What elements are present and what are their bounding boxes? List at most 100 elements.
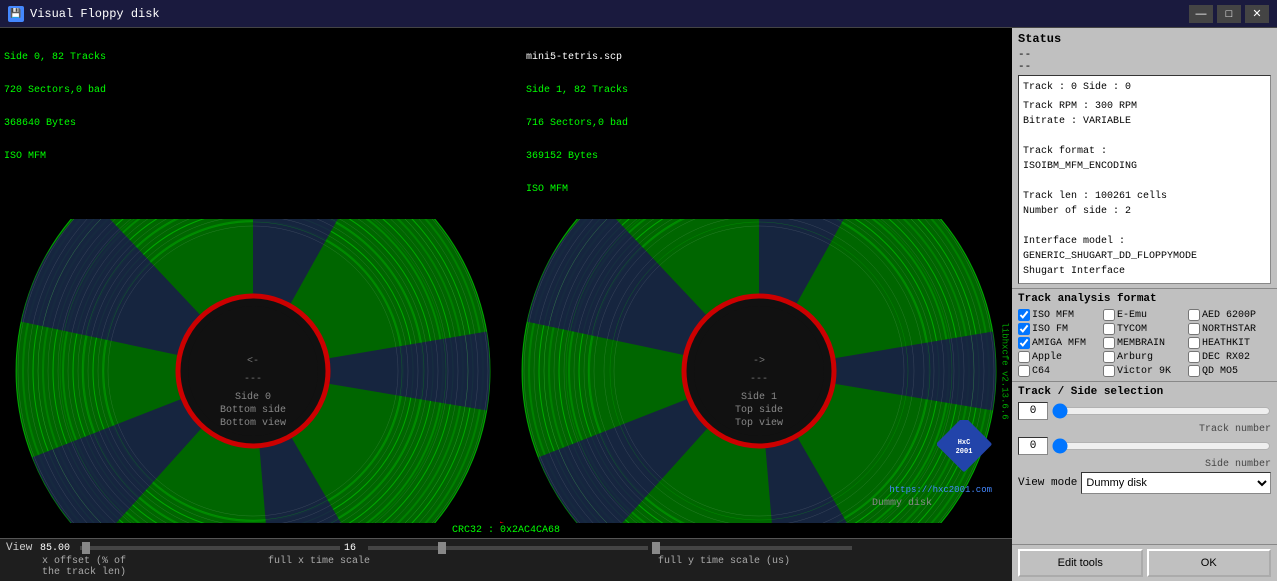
y-scale-slider[interactable]	[652, 546, 852, 550]
checkbox-label-membrain: MEMBRAIN	[1117, 338, 1165, 349]
x-offset-thumb[interactable]	[82, 542, 90, 554]
track-analysis-section: Track analysis format ISO MFME-Emu AED 62…	[1012, 289, 1277, 382]
checkbox-item-amiga-mfm[interactable]: AMIGA MFM	[1018, 337, 1101, 349]
checkbox-iso-mfm[interactable]	[1018, 309, 1030, 321]
checkbox-heathkit[interactable]	[1188, 337, 1200, 349]
checkbox-tycom[interactable]	[1103, 323, 1115, 335]
checkbox-c64[interactable]	[1018, 365, 1030, 377]
checkbox-iso-fm[interactable]	[1018, 323, 1030, 335]
right-header-line4: ISO MFM	[526, 184, 1008, 195]
x-offset-label: x offset (% of the track len)	[42, 556, 142, 578]
left-header-line2: 720 Sectors,0 bad	[4, 85, 506, 96]
x-scale-thumb[interactable]	[438, 542, 446, 554]
checkbox-item-qd-mo5[interactable]: QD MO5	[1188, 365, 1271, 377]
view-mode-select[interactable]: Dummy diskTrack viewSector view	[1081, 472, 1271, 494]
checkbox-item-e-emu[interactable]: E-Emu	[1103, 309, 1186, 321]
checkbox-label-aed-6200p: AED 6200P	[1202, 310, 1256, 321]
edit-tools-button[interactable]: Edit tools	[1018, 549, 1143, 577]
checkbox-item-northstar[interactable]: NORTHSTAR	[1188, 323, 1271, 335]
side-number-slider[interactable]	[1052, 439, 1271, 453]
maximize-button[interactable]: □	[1217, 5, 1241, 23]
track-side-info: Track : 0 Side : 0	[1023, 80, 1266, 95]
version-label: libhxcfe v2.13.6.6	[1000, 322, 1010, 419]
main-content: Side 0, 82 Tracks 720 Sectors,0 bad 3686…	[0, 28, 1277, 581]
checkbox-victor-9k[interactable]	[1103, 365, 1115, 377]
checkbox-qd-mo5[interactable]	[1188, 365, 1200, 377]
track-number-label: Track number	[1018, 424, 1271, 435]
side-number-label: Side number	[1018, 459, 1271, 470]
checkbox-label-tycom: TYCOM	[1117, 324, 1147, 335]
checkbox-aed-6200p[interactable]	[1188, 309, 1200, 321]
disk-svg-left: <- --- Side 0 Bottom side Bottom view	[13, 219, 493, 523]
checkbox-item-apple[interactable]: Apple	[1018, 351, 1101, 363]
y-scale-thumb[interactable]	[652, 542, 660, 554]
checkbox-item-heathkit[interactable]: HEATHKIT	[1188, 337, 1271, 349]
close-button[interactable]: ✕	[1245, 5, 1269, 23]
window-controls: — □ ✕	[1189, 5, 1269, 23]
logo-svg: HxC 2001	[937, 420, 992, 475]
checkbox-label-arburg: Arburg	[1117, 352, 1153, 363]
right-panel: Status -- -- Track : 0 Side : 0 Track RP…	[1012, 28, 1277, 581]
disks-container: <- --- Side 0 Bottom side Bottom view	[0, 219, 1012, 523]
checkbox-item-membrain[interactable]: MEMBRAIN	[1103, 337, 1186, 349]
left-header-line1: Side 0, 82 Tracks	[4, 52, 506, 63]
disk-info-bar: Side 0, 82 Tracks 720 Sectors,0 bad 3686…	[0, 28, 1012, 219]
track-analysis-title: Track analysis format	[1018, 293, 1271, 305]
checkbox-item-tycom[interactable]: TYCOM	[1103, 323, 1186, 335]
svg-text:---: ---	[244, 374, 262, 385]
bottom-buttons: Edit tools OK	[1012, 544, 1277, 581]
checkbox-item-iso-mfm[interactable]: ISO MFM	[1018, 309, 1101, 321]
track-side-section: Track / Side selection 0 Track number 0 …	[1012, 382, 1277, 544]
svg-text:---: ---	[750, 374, 768, 385]
crc-value: CRC32 : 0x2AC4CA68	[452, 525, 560, 536]
checkbox-label-apple: Apple	[1032, 352, 1062, 363]
status-details: Track RPM : 300 RPM Bitrate : VARIABLE T…	[1023, 99, 1266, 279]
status-line2: --	[1018, 61, 1271, 73]
checkbox-northstar[interactable]	[1188, 323, 1200, 335]
disk-info-right: mini5-tetris.scp Side 1, 82 Tracks 716 S…	[506, 30, 1008, 217]
disk-side-0[interactable]: <- --- Side 0 Bottom side Bottom view	[0, 219, 506, 523]
status-info-box: Track : 0 Side : 0 Track RPM : 300 RPM B…	[1018, 75, 1271, 284]
checkbox-item-dec-rx02[interactable]: DEC RX02	[1188, 351, 1271, 363]
svg-text:Top view: Top view	[735, 417, 783, 429]
track-number-slider[interactable]	[1052, 404, 1271, 418]
checkbox-item-arburg[interactable]: Arburg	[1103, 351, 1186, 363]
checkbox-dec-rx02[interactable]	[1188, 351, 1200, 363]
status-title: Status	[1018, 32, 1271, 46]
svg-text:Side 1: Side 1	[741, 391, 777, 403]
checkbox-label-victor-9k: Victor 9K	[1117, 366, 1171, 377]
checkbox-arburg[interactable]	[1103, 351, 1115, 363]
checkbox-item-c64[interactable]: C64	[1018, 365, 1101, 377]
ok-button[interactable]: OK	[1147, 549, 1272, 577]
right-header-line3: 369152 Bytes	[526, 151, 1008, 162]
minimize-button[interactable]: —	[1189, 5, 1213, 23]
status-section: Status -- -- Track : 0 Side : 0 Track RP…	[1012, 28, 1277, 289]
view-row: View 85.00 16	[6, 542, 1006, 554]
app-icon: 💾	[8, 6, 24, 22]
checkbox-amiga-mfm[interactable]	[1018, 337, 1030, 349]
version-label-container: libhxcfe v2.13.6.6	[998, 219, 1012, 523]
disk-area: Side 0, 82 Tracks 720 Sectors,0 bad 3686…	[0, 28, 1012, 581]
x-scale-label: full x time scale	[268, 556, 538, 578]
right-header-line1: Side 1, 82 Tracks	[526, 85, 1008, 96]
checkbox-label-heathkit: HEATHKIT	[1202, 338, 1250, 349]
track-number-row: 0	[1018, 402, 1271, 420]
status-line1: --	[1018, 49, 1271, 61]
checkbox-e-emu[interactable]	[1103, 309, 1115, 321]
checkbox-item-aed-6200p[interactable]: AED 6200P	[1188, 309, 1271, 321]
right-header-line2: 716 Sectors,0 bad	[526, 118, 1008, 129]
checkbox-membrain[interactable]	[1103, 337, 1115, 349]
track-side-title: Track / Side selection	[1018, 386, 1271, 398]
svg-text:Bottom side: Bottom side	[220, 404, 286, 416]
x-offset-slider[interactable]	[80, 546, 340, 550]
svg-text:2001: 2001	[956, 448, 973, 456]
checkbox-apple[interactable]	[1018, 351, 1030, 363]
svg-text:HxC: HxC	[958, 439, 971, 447]
checkbox-item-victor-9k[interactable]: Victor 9K	[1103, 365, 1186, 377]
checkbox-item-iso-fm[interactable]: ISO FM	[1018, 323, 1101, 335]
svg-text:Top side: Top side	[735, 404, 783, 416]
disk-side-1[interactable]: -> --- Side 1 Top side Top view libhxcfe…	[506, 219, 1012, 523]
checkbox-label-dec-rx02: DEC RX02	[1202, 352, 1250, 363]
disk-svg-right: -> --- Side 1 Top side Top view	[519, 219, 999, 523]
x-scale-slider[interactable]	[368, 546, 648, 550]
